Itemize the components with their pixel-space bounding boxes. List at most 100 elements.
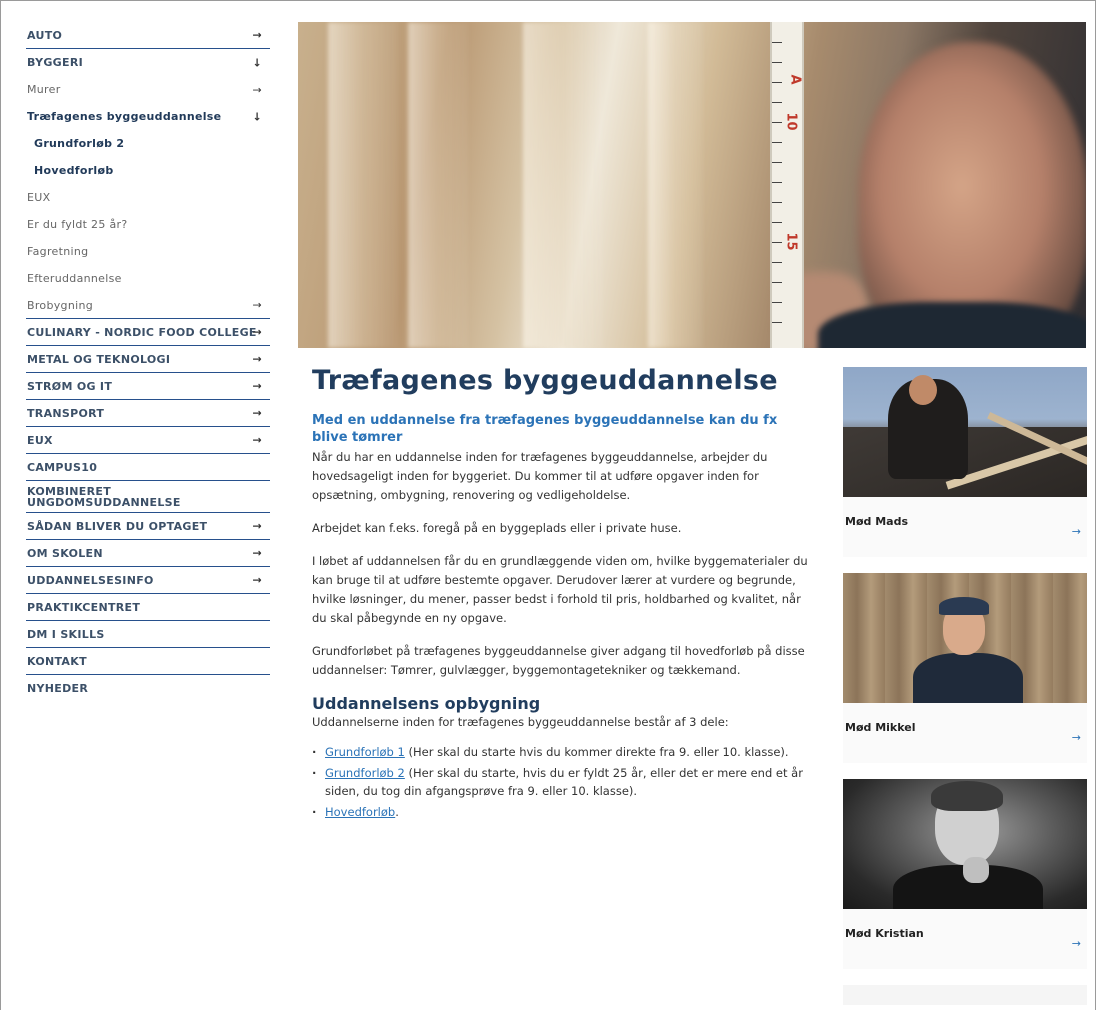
sidebar-item-transport[interactable]: TRANSPORT → xyxy=(26,400,270,427)
sidebar-item-hovedforloeb[interactable]: Hovedforløb xyxy=(26,157,270,184)
sidebar-item-label: TRANSPORT xyxy=(27,406,105,420)
sidebar-item-optaget[interactable]: SÅDAN BLIVER DU OPTAGET → xyxy=(26,513,270,540)
arrow-right-icon[interactable]: → xyxy=(252,574,262,587)
sidebar-nav: AUTO → BYGGERI ↓ Murer → Træfagenes bygg… xyxy=(26,22,270,702)
card-caption: Mød Mikkel → xyxy=(843,703,1087,763)
section-intro: Uddannelserne inden for træfagenes bygge… xyxy=(312,715,729,729)
profile-photo xyxy=(843,367,1087,497)
sidebar-item-kontakt[interactable]: KONTAKT xyxy=(26,648,270,675)
hero-beam xyxy=(648,22,703,348)
arrow-right-icon[interactable]: → xyxy=(252,520,262,533)
sidebar-item-label: BYGGERI xyxy=(27,56,83,69)
education-parts-list: Grundforløb 1 (Her skal du starte hvis d… xyxy=(312,743,817,821)
ruler-number: 10 xyxy=(783,112,799,131)
link-hovedforloeb[interactable]: Hovedforløb xyxy=(325,805,395,819)
sidebar-item-kombineret[interactable]: KOMBINERET UNGDOMSUDDANNELSE xyxy=(26,481,270,513)
arrow-right-icon[interactable]: → xyxy=(252,547,262,560)
sidebar-item-label: SÅDAN BLIVER DU OPTAGET xyxy=(27,519,208,533)
card-name: Mød Mikkel xyxy=(845,721,916,734)
sidebar-item-label: EUX xyxy=(27,433,53,447)
hero-beam xyxy=(408,22,468,348)
profile-photo xyxy=(843,573,1087,703)
sidebar-item-stroem-it[interactable]: STRØM OG IT → xyxy=(26,373,270,400)
arrow-right-icon[interactable]: → xyxy=(252,353,262,366)
sidebar-item-byggeri[interactable]: BYGGERI ↓ xyxy=(26,49,270,76)
arrow-down-icon[interactable]: ↓ xyxy=(252,110,262,123)
card-name: Mød Mads xyxy=(845,515,908,528)
sidebar-item-label: UDDANNELSESINFO xyxy=(27,573,154,587)
arrow-right-icon[interactable]: → xyxy=(252,407,262,420)
sidebar-item-label: Fagretning xyxy=(27,245,89,258)
list-item: Grundforløb 1 (Her skal du starte hvis d… xyxy=(312,743,817,761)
sidebar-item-label: DM I SKILLS xyxy=(27,627,105,641)
arrow-right-icon[interactable]: → xyxy=(252,299,262,312)
sidebar-item-brobygning[interactable]: Brobygning → xyxy=(26,292,270,319)
section-title: Uddannelsens opbygning xyxy=(312,694,541,713)
sidebar-item-om-skolen[interactable]: OM SKOLEN → xyxy=(26,540,270,567)
sidebar-item-eux-sub[interactable]: EUX xyxy=(26,184,270,211)
link-grundforloeb-1[interactable]: Grundforløb 1 xyxy=(325,745,405,759)
lead-text: Med en uddannelse fra træfagenes byggeud… xyxy=(312,413,778,445)
hero-beam xyxy=(523,22,603,348)
paragraph: I løbet af uddannelsen får du en grundlæ… xyxy=(312,554,808,625)
profile-cards: Mød Mads → Mød Mikkel → Mød Kristian → xyxy=(843,367,1087,1010)
list-item-text: (Her skal du starte hvis du kommer direk… xyxy=(404,745,789,759)
profile-card-mads[interactable]: Mød Mads → xyxy=(843,367,1087,557)
sidebar-item-uddannelsesinfo[interactable]: UDDANNELSESINFO → xyxy=(26,567,270,594)
sidebar-item-fyldt-25[interactable]: Er du fyldt 25 år? xyxy=(26,211,270,238)
arrow-down-icon[interactable]: ↓ xyxy=(252,56,262,69)
sidebar-item-auto[interactable]: AUTO → xyxy=(26,22,270,49)
arrow-right-icon[interactable]: → xyxy=(1072,731,1081,744)
sidebar-item-label: Er du fyldt 25 år? xyxy=(27,218,128,231)
arrow-right-icon[interactable]: → xyxy=(252,434,262,447)
ruler-number: 15 xyxy=(783,232,799,251)
sidebar-item-traefagenes[interactable]: Træfagenes byggeuddannelse ↓ xyxy=(26,103,270,130)
paragraph: Når du har en uddannelse inden for træfa… xyxy=(312,450,768,502)
profile-card-kristian[interactable]: Mød Kristian → xyxy=(843,779,1087,969)
sidebar-item-fagretning[interactable]: Fagretning xyxy=(26,238,270,265)
sidebar-item-label: KONTAKT xyxy=(27,654,87,668)
arrow-right-icon[interactable]: → xyxy=(1072,937,1081,950)
arrow-right-icon[interactable]: → xyxy=(252,326,262,339)
arrow-right-icon[interactable]: → xyxy=(252,29,262,42)
sidebar-item-label: Efteruddannelse xyxy=(27,272,122,285)
sidebar-item-dm-skills[interactable]: DM I SKILLS xyxy=(26,621,270,648)
profile-card-partial[interactable] xyxy=(843,985,1087,1005)
sidebar-item-campus10[interactable]: CAMPUS10 xyxy=(26,454,270,481)
sidebar-item-label: PRAKTIKCENTRET xyxy=(27,600,141,614)
sidebar-item-label: AUTO xyxy=(27,28,63,42)
paragraph: Arbejdet kan f.eks. foregå på en byggepl… xyxy=(312,521,682,535)
profile-card-mikkel[interactable]: Mød Mikkel → xyxy=(843,573,1087,763)
list-item: Grundforløb 2 (Her skal du starte, hvis … xyxy=(312,764,817,800)
sidebar-item-efteruddannelse[interactable]: Efteruddannelse xyxy=(26,265,270,292)
arrow-right-icon[interactable]: → xyxy=(252,380,262,393)
sidebar-item-culinary[interactable]: CULINARY - NORDIC FOOD COLLEGE → xyxy=(26,319,270,346)
hero-shirt xyxy=(818,302,1086,348)
sidebar-item-label: Træfagenes byggeuddannelse xyxy=(27,110,222,123)
sidebar-item-label: Hovedforløb xyxy=(34,164,114,177)
main-content: Træfagenes byggeuddannelse Med en uddann… xyxy=(312,365,817,824)
sidebar-item-praktikcentret[interactable]: PRAKTIKCENTRET xyxy=(26,594,270,621)
list-item: Hovedforløb. xyxy=(312,803,817,821)
hero-image: A 10 15 xyxy=(298,22,1086,348)
link-grundforloeb-2[interactable]: Grundforløb 2 xyxy=(325,766,405,780)
hero-folding-ruler: A 10 15 xyxy=(770,22,804,348)
sidebar-item-label: STRØM OG IT xyxy=(27,379,113,393)
page-title: Træfagenes byggeuddannelse xyxy=(312,365,778,396)
sidebar-item-grundforloeb-2[interactable]: Grundforløb 2 xyxy=(26,130,270,157)
hero-beam xyxy=(328,22,398,348)
arrow-right-icon[interactable]: → xyxy=(1072,525,1081,538)
sidebar-item-label: NYHEDER xyxy=(27,682,89,695)
sidebar-item-murer[interactable]: Murer → xyxy=(26,76,270,103)
sidebar-item-label: KOMBINERET UNGDOMSUDDANNELSE xyxy=(27,485,181,508)
sidebar-item-nyheder[interactable]: NYHEDER xyxy=(26,675,270,702)
sidebar-item-metal[interactable]: METAL OG TEKNOLOGI → xyxy=(26,346,270,373)
ruler-number: A xyxy=(787,74,803,85)
card-name: Mød Kristian xyxy=(845,927,924,940)
paragraph: Grundforløbet på træfagenes byggeuddanne… xyxy=(312,644,805,677)
sidebar-item-eux[interactable]: EUX → xyxy=(26,427,270,454)
card-caption: Mød Kristian → xyxy=(843,909,1087,969)
sidebar-item-label: CULINARY - NORDIC FOOD COLLEGE xyxy=(27,325,257,339)
sidebar-item-label: Grundforløb 2 xyxy=(34,137,125,150)
arrow-right-icon[interactable]: → xyxy=(252,83,262,96)
